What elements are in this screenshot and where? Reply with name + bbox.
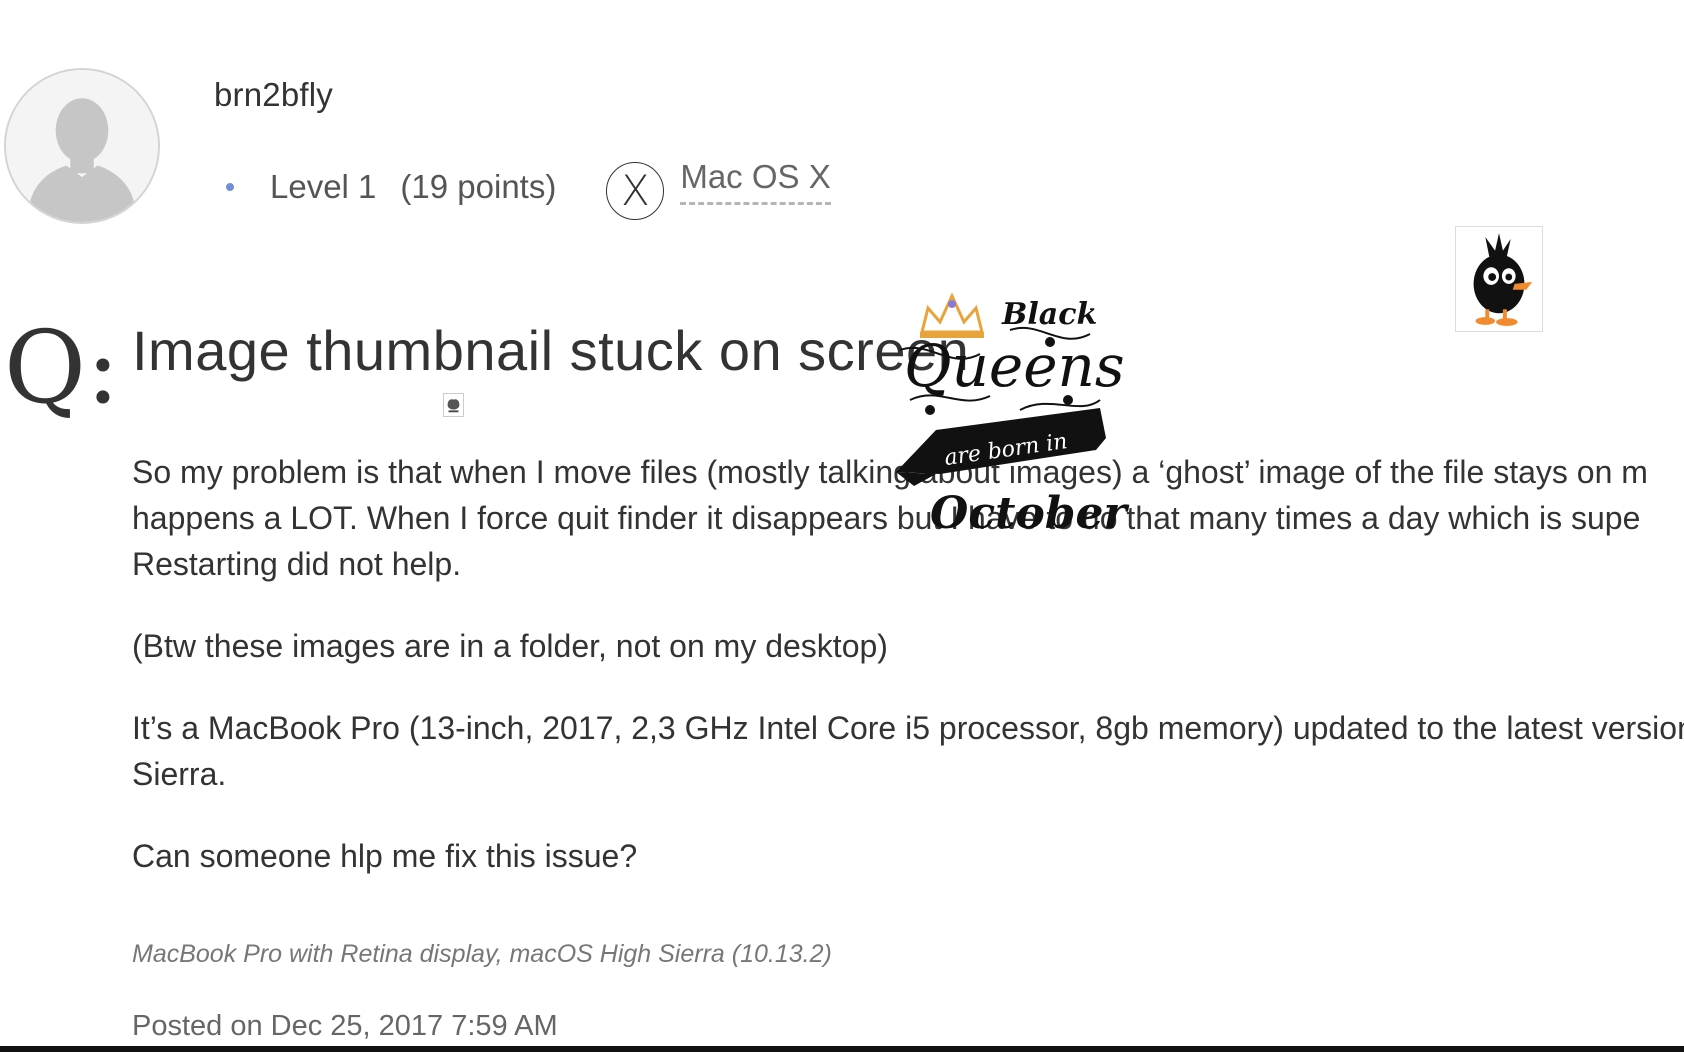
body-line: Restarting did not help.: [132, 546, 462, 582]
posted-timestamp: Posted on Dec 25, 2017 7:59 AM: [132, 1010, 558, 1042]
black-duck-cartoon-image: [1473, 233, 1533, 326]
os-badge-symbol: X: [620, 166, 650, 215]
product-info: MacBook Pro with Retina display, macOS H…: [132, 940, 832, 968]
author-level: Level 1: [270, 168, 377, 205]
mac-os-x-badge-icon: X: [606, 162, 665, 220]
ghost-image-overlay: Black Queens are born in October: [890, 290, 1130, 540]
default-user-silhouette-icon: [6, 70, 158, 222]
bottom-edge-bar: [0, 1046, 1684, 1052]
graphic-line-2: Queens: [904, 332, 1125, 400]
author-points: (19 points): [400, 168, 557, 205]
avatar[interactable]: [4, 68, 160, 224]
small-image-thumbnail: [443, 393, 464, 417]
body-paragraph: Can someone hlp me fix this issue?: [132, 833, 1684, 879]
image-thumbnail-icon: [447, 399, 460, 413]
graphic-line-1: Black: [1001, 297, 1097, 332]
question-marker: Q:: [4, 309, 120, 426]
discussion-page: brn2bfly Level 1 (19 points) X Mac OS X …: [0, 0, 1684, 1052]
question-title: Image thumbnail stuck on screen: [132, 319, 970, 382]
body-paragraph: (Btw these images are in a folder, not o…: [132, 623, 1684, 669]
author-level-row: Level 1 (19 points) X Mac OS X: [226, 158, 831, 220]
bullet-icon: [226, 183, 234, 191]
graphic-line-4: October: [930, 488, 1130, 539]
body-line: It’s a MacBook Pro (13-inch, 2017, 2,3 G…: [132, 710, 1684, 746]
black-queens-october-graphic: Black Queens are born in October: [896, 292, 1130, 539]
body-paragraph: It’s a MacBook Pro (13-inch, 2017, 2,3 G…: [132, 705, 1684, 797]
community-link-mac-os-x[interactable]: Mac OS X: [680, 158, 831, 205]
body-line: Sierra.: [132, 756, 227, 792]
duck-image: [1455, 226, 1543, 332]
body-line: Can someone hlp me fix this issue?: [132, 838, 638, 874]
author-username[interactable]: brn2bfly: [214, 76, 333, 114]
body-line: (Btw these images are in a folder, not o…: [132, 628, 888, 664]
